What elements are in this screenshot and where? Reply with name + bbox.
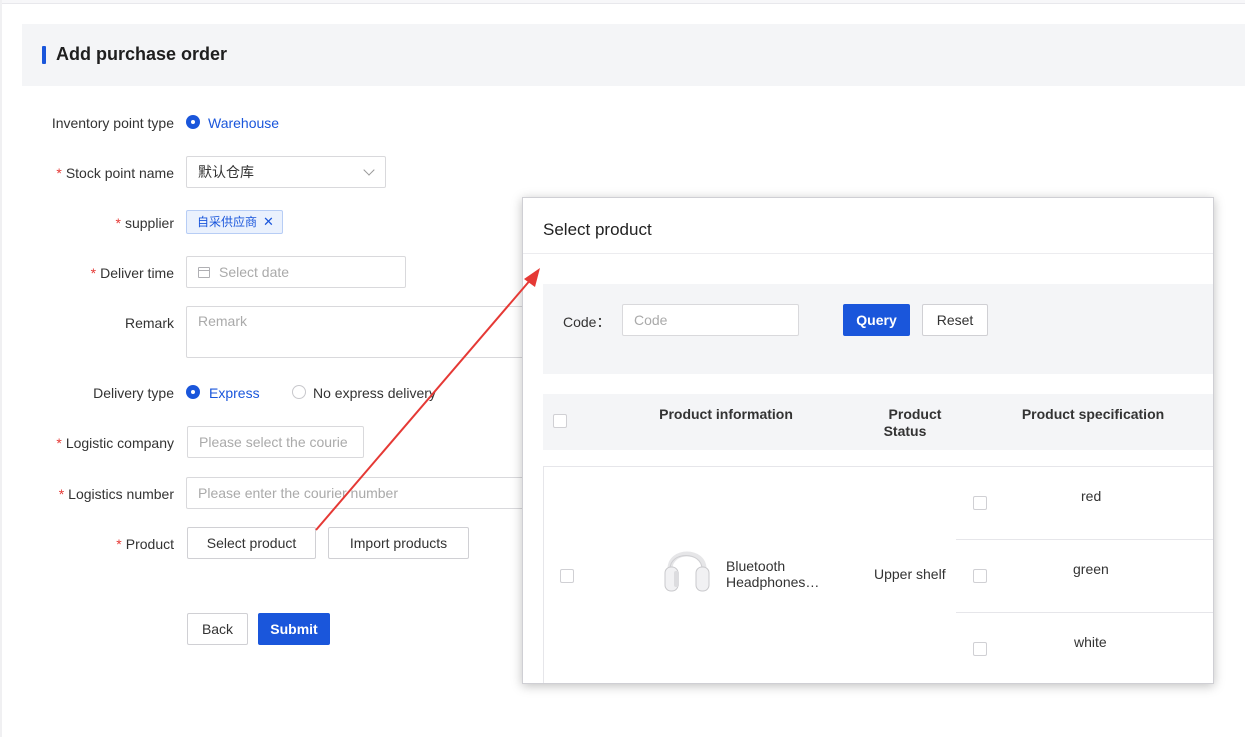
- select-product-dialog: Select product Code： Code Query Reset Pr…: [522, 197, 1214, 684]
- query-button[interactable]: Query: [843, 304, 910, 336]
- page-title: Add purchase order: [56, 44, 228, 64]
- logistics-number-label: * Logistics number: [58, 486, 174, 502]
- headphones-image: [664, 551, 710, 592]
- left-border: [0, 0, 2, 737]
- product-name-line1: Bluetooth: [726, 558, 786, 574]
- dialog-divider: [523, 253, 1213, 254]
- spec-white: white: [1074, 634, 1107, 650]
- dialog-title: Select product: [543, 220, 652, 239]
- code-placeholder: Code: [634, 312, 668, 328]
- product-status: Upper shelf: [874, 566, 946, 582]
- no-express-radio-label[interactable]: No express delivery: [313, 385, 436, 401]
- close-icon[interactable]: ✕: [263, 214, 274, 229]
- query-area: Code： Code Query Reset: [543, 284, 1213, 374]
- logistics-number-placeholder: Please enter the courier number: [198, 485, 398, 501]
- stock-point-name-label: * Stock point name: [56, 165, 174, 181]
- code-input[interactable]: Code: [622, 304, 799, 336]
- logistic-company-select[interactable]: Please select the courie: [187, 426, 364, 458]
- reset-button[interactable]: Reset: [922, 304, 988, 336]
- back-button[interactable]: Back: [187, 613, 248, 645]
- deliver-time-placeholder: Select date: [219, 264, 290, 280]
- spec-divider: [956, 612, 1213, 613]
- table-header: Product information Product Status Produ…: [543, 394, 1213, 450]
- inventory-point-type-label: Inventory point type: [51, 115, 174, 131]
- select-all-checkbox[interactable]: [553, 414, 567, 428]
- remark-textarea[interactable]: Remark: [186, 306, 526, 358]
- import-products-button[interactable]: Import products: [328, 527, 469, 559]
- remark-label: Remark: [124, 315, 174, 331]
- spec-checkbox-white[interactable]: [973, 642, 987, 656]
- deliver-time-picker[interactable]: Select date: [186, 256, 406, 288]
- calendar-icon: [198, 267, 210, 278]
- no-express-radio[interactable]: [292, 385, 306, 399]
- spec-divider: [956, 539, 1213, 540]
- title-accent-bar: [42, 46, 46, 64]
- logistic-company-placeholder: Please select the courie: [199, 434, 348, 450]
- row-checkbox[interactable]: [560, 569, 574, 583]
- express-radio-label[interactable]: Express: [209, 385, 260, 401]
- deliver-time-label: * Deliver time: [90, 265, 174, 281]
- express-radio[interactable]: [186, 385, 200, 399]
- submit-button[interactable]: Submit: [258, 613, 330, 645]
- page-header: Add purchase order: [22, 24, 1245, 86]
- table-row: Bluetooth Headphones… Upper shelf red gr…: [543, 466, 1213, 683]
- logistic-company-label: * Logistic company: [56, 435, 174, 451]
- chevron-down-icon: [363, 164, 375, 176]
- warehouse-radio[interactable]: [186, 115, 200, 129]
- product-name: Bluetooth Headphones…: [726, 558, 819, 590]
- supplier-tag: 自采供应商 ✕: [186, 210, 283, 234]
- spec-checkbox-red[interactable]: [973, 496, 987, 510]
- stock-point-value: 默认仓库: [198, 164, 254, 180]
- stock-point-select[interactable]: 默认仓库: [186, 156, 386, 188]
- column-product-status-line1: Product: [888, 406, 942, 422]
- product-name-line2: Headphones…: [726, 574, 820, 590]
- product-label: * Product: [116, 536, 174, 552]
- top-border: [0, 0, 1245, 4]
- column-product-information: Product information: [659, 406, 793, 422]
- supplier-label: * supplier: [115, 215, 174, 231]
- supplier-tag-label: 自采供应商: [197, 215, 258, 229]
- warehouse-radio-label[interactable]: Warehouse: [208, 115, 279, 131]
- spec-red: red: [1081, 488, 1102, 504]
- code-label: Code：: [563, 314, 611, 330]
- select-product-button[interactable]: Select product: [187, 527, 316, 559]
- column-product-status-line2: Status: [883, 423, 927, 439]
- spec-checkbox-green[interactable]: [973, 569, 987, 583]
- column-product-specification: Product specification: [1021, 406, 1165, 422]
- remark-placeholder: Remark: [198, 313, 248, 329]
- delivery-type-label: Delivery type: [93, 385, 174, 401]
- logistics-number-input[interactable]: Please enter the courier number: [186, 477, 526, 509]
- column-product-status: Product Status: [865, 406, 965, 440]
- spec-green: green: [1073, 561, 1109, 577]
